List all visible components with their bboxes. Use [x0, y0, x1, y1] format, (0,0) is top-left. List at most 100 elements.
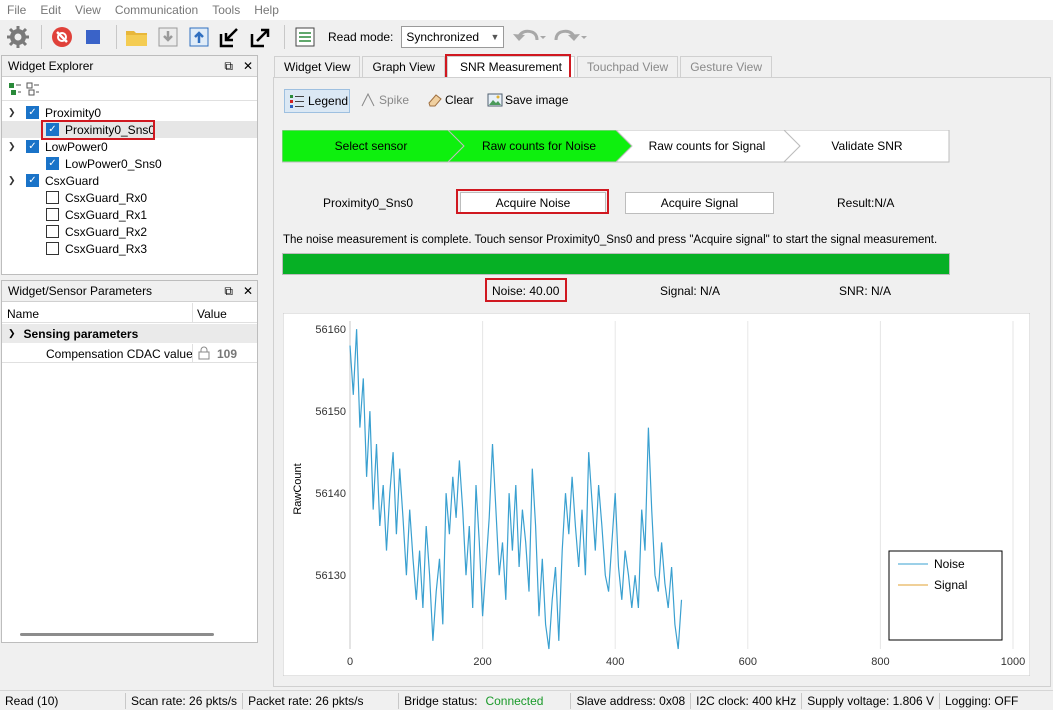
progress-bar [282, 253, 950, 275]
clear-button[interactable]: Clear [427, 93, 474, 107]
export-icon[interactable] [185, 23, 213, 51]
status-read: Read (10) [0, 692, 126, 709]
acquire-signal-button[interactable]: Acquire Signal [625, 192, 774, 214]
horizontal-scrollbar[interactable] [20, 633, 214, 636]
params-group-row[interactable]: ❯ Sensing parameters [2, 324, 257, 343]
x-tick-label: 400 [606, 656, 624, 668]
step-validate-snr: Validate SNR [831, 139, 903, 153]
menu-communication[interactable]: Communication [108, 3, 205, 17]
acquire-noise-button[interactable]: Acquire Noise [460, 192, 606, 214]
log-icon[interactable] [291, 23, 319, 51]
x-tick-label: 600 [739, 656, 757, 668]
menu-edit[interactable]: Edit [33, 3, 68, 17]
expand-all-icon[interactable] [8, 82, 22, 96]
chevron-down-icon[interactable]: ❯ [8, 175, 20, 186]
tab-widget-view[interactable]: Widget View [274, 56, 361, 77]
legend-icon [290, 95, 304, 108]
tab-graph-view[interactable]: Graph View [362, 56, 445, 77]
tree-item-csxguard[interactable]: ❯ ✓ CsxGuard [8, 172, 99, 189]
checkbox-unchecked[interactable] [46, 191, 59, 204]
import-icon[interactable] [154, 23, 182, 51]
read-mode-select[interactable]: Synchronized ▼ [401, 26, 505, 48]
legend-label: Legend [308, 94, 349, 108]
tree-item-csxguard-rx2[interactable]: CsxGuard_Rx2 [46, 223, 147, 240]
tree-item-lowpower0[interactable]: ❯ ✓ LowPower0 [8, 138, 108, 155]
undock-icon[interactable]: ⧉ [224, 284, 233, 299]
step-raw-signal: Raw counts for Signal [648, 139, 766, 153]
tree-item-proximity0[interactable]: ❯ ✓ Proximity0 [8, 104, 101, 121]
bridge-value: Connected [485, 693, 544, 708]
col-divider [192, 303, 193, 323]
open-folder-icon[interactable] [123, 23, 151, 51]
tab-gesture-view[interactable]: Gesture View [680, 56, 772, 77]
chevron-down-icon[interactable]: ❯ [8, 107, 20, 118]
menu-tools[interactable]: Tools [205, 3, 247, 17]
status-bridge: Bridge status: Connected [399, 692, 572, 709]
y-axis-label: RawCount [292, 463, 304, 514]
x-tick-label: 800 [871, 656, 889, 668]
tree-item-csxguard-rx3[interactable]: CsxGuard_Rx3 [46, 240, 147, 257]
import-arrow-icon[interactable] [216, 23, 244, 51]
undo-icon[interactable] [510, 23, 548, 51]
collapse-all-icon[interactable] [26, 82, 40, 96]
y-tick-label: 56150 [315, 406, 346, 418]
status-slave-address: Slave address: 0x08 [571, 692, 692, 709]
close-icon[interactable]: ✕ [243, 59, 253, 74]
menu-help[interactable]: Help [247, 3, 286, 17]
lock-icon [198, 346, 210, 363]
result-label: Result:N/A [837, 196, 895, 210]
checkbox-checked[interactable]: ✓ [26, 106, 39, 119]
step-raw-noise: Raw counts for Noise [481, 139, 597, 153]
x-tick-label: 1000 [1001, 656, 1025, 668]
status-message: The noise measurement is complete. Touch… [283, 234, 938, 246]
noise-value: Noise: 40.00 [492, 284, 560, 298]
chevron-down-icon[interactable]: ❯ [8, 141, 20, 152]
status-i2c-clock: I2C clock: 400 kHz [691, 692, 803, 709]
params-row: Compensation CDAC value 109 [2, 344, 257, 363]
tree-item-lowpower0-sns0[interactable]: ✓ LowPower0_Sns0 [46, 155, 162, 172]
legend-signal-label: Signal [934, 578, 967, 592]
chevron-down-icon[interactable]: ❯ [8, 328, 16, 339]
export-arrow-icon[interactable] [247, 23, 275, 51]
params-table-header: Name Value [2, 303, 257, 323]
checkbox-checked[interactable]: ✓ [46, 123, 59, 136]
checkbox-checked[interactable]: ✓ [26, 174, 39, 187]
menu-view[interactable]: View [68, 3, 108, 17]
stop-icon[interactable] [79, 23, 107, 51]
tab-touchpad-view[interactable]: Touchpad View [577, 56, 679, 77]
tree-item-csxguard-rx1[interactable]: CsxGuard_Rx1 [46, 206, 147, 223]
tree-item-csxguard-rx0[interactable]: CsxGuard_Rx0 [46, 189, 147, 206]
checkbox-checked[interactable]: ✓ [46, 157, 59, 170]
status-packet-rate: Packet rate: 26 pkts/s [243, 692, 400, 709]
undock-icon[interactable]: ⧉ [224, 59, 233, 74]
param-name: Compensation CDAC value [46, 347, 193, 361]
legend-button[interactable]: Legend [284, 89, 350, 113]
chevron-down-icon: ▼ [490, 32, 500, 42]
menu-file[interactable]: File [0, 3, 33, 17]
toolbar-separator [116, 25, 117, 49]
redo-icon[interactable] [551, 23, 589, 51]
tab-snr-measurement[interactable]: SNR Measurement [446, 56, 576, 77]
gear-icon[interactable] [4, 23, 32, 51]
y-tick-label: 56160 [315, 324, 346, 336]
params-group-label: Sensing parameters [23, 326, 139, 341]
spike-button[interactable]: Spike [361, 93, 409, 107]
checkbox-unchecked[interactable] [46, 208, 59, 221]
widget-explorer-header: Widget Explorer ⧉ ✕ [2, 56, 257, 77]
params-title: Widget/Sensor Parameters [8, 284, 153, 298]
view-tabs: Widget View Graph View SNR Measurement T… [274, 56, 774, 77]
tree-item-proximity0-sns0[interactable]: ✓ Proximity0_Sns0 [46, 121, 155, 138]
legend-noise-label: Noise [934, 557, 965, 571]
raw-count-chart: 0 200 400 600 800 1000 56130 56140 56150 56160 Ra… [283, 313, 1030, 676]
spike-icon [361, 93, 375, 107]
checkbox-unchecked[interactable] [46, 242, 59, 255]
close-icon[interactable]: ✕ [243, 284, 253, 299]
checkbox-unchecked[interactable] [46, 225, 59, 238]
y-tick-label: 56140 [315, 488, 346, 500]
save-image-button[interactable]: Save image [487, 93, 568, 107]
widget-explorer-panel: Widget Explorer ⧉ ✕ ❯ ✓ Proximity0 ✓ Prox… [1, 55, 258, 275]
signal-value: Signal: N/A [660, 284, 721, 298]
disconnect-icon[interactable] [48, 23, 76, 51]
checkbox-checked[interactable]: ✓ [26, 140, 39, 153]
widget-explorer-title: Widget Explorer [8, 59, 94, 73]
